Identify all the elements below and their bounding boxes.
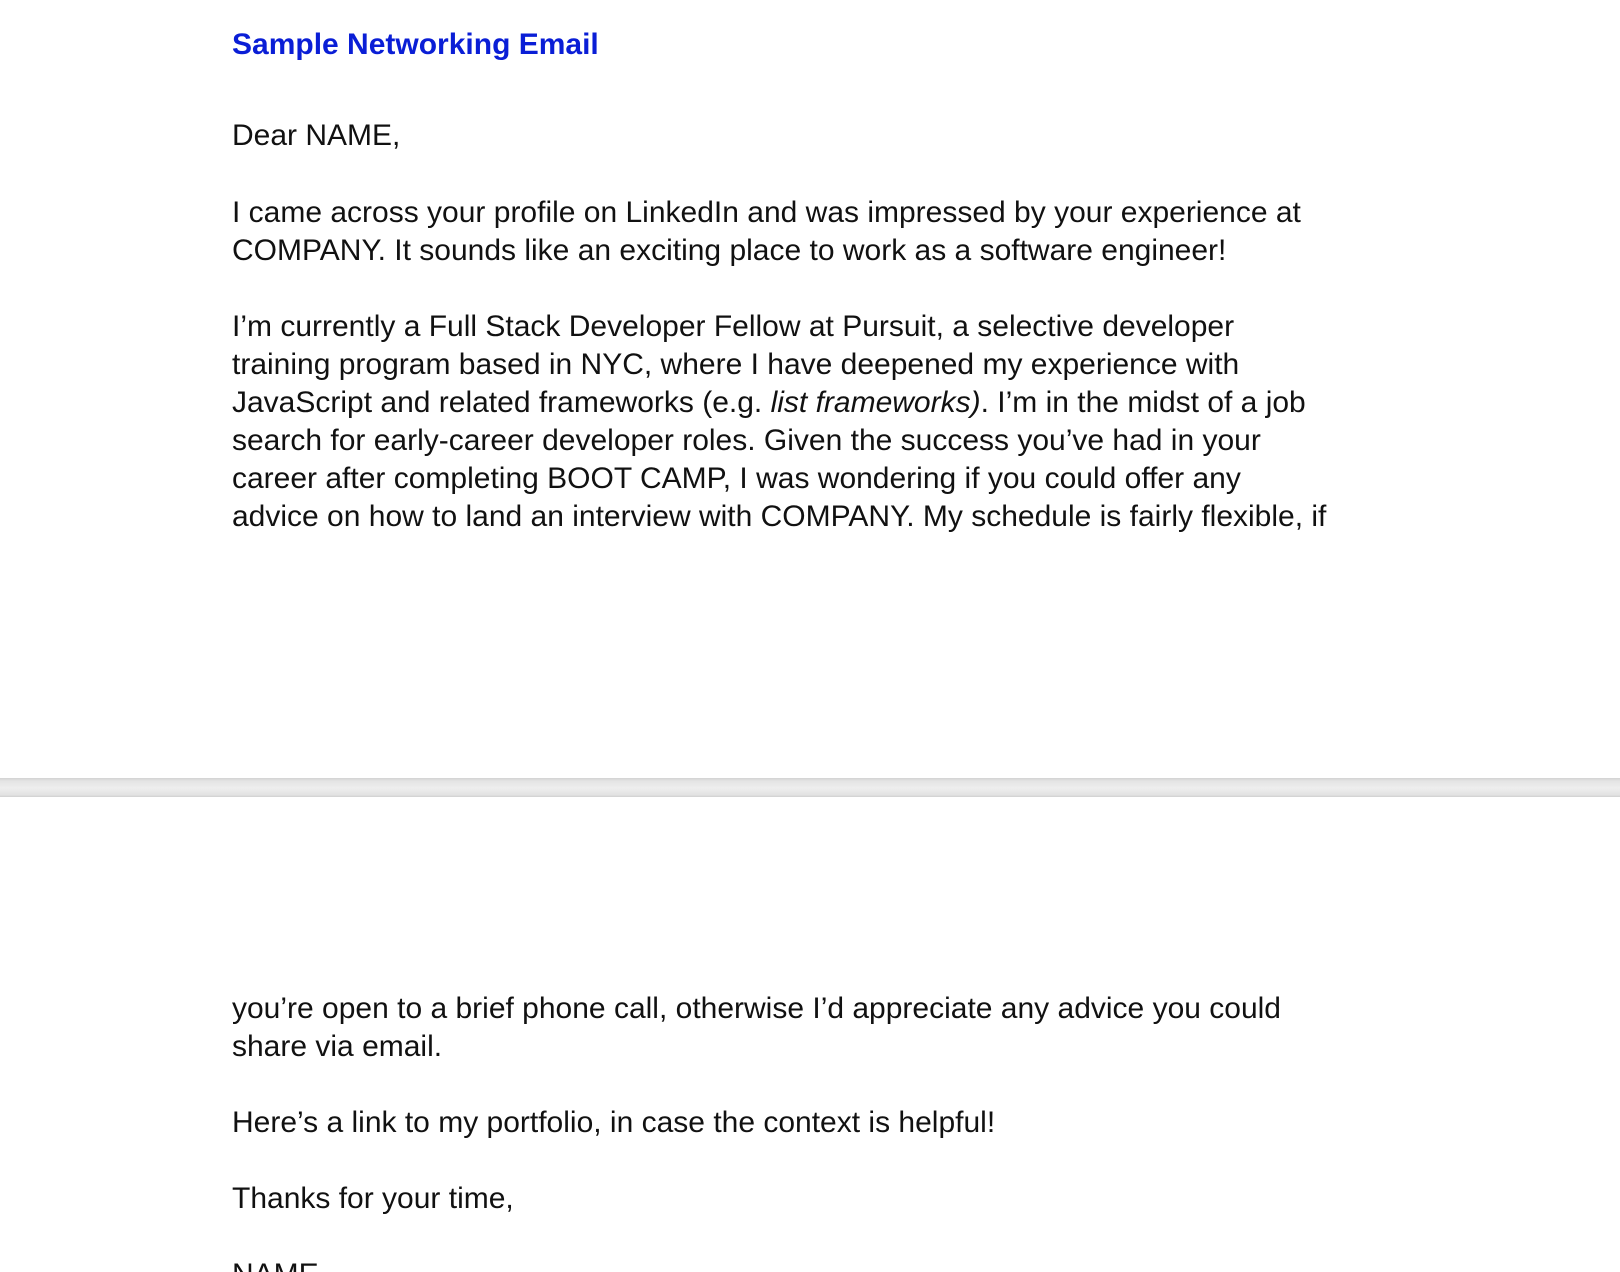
- paragraph-3-text: Here’s a link to my portfolio, in case t…: [232, 1106, 996, 1139]
- paragraph-2-line: advice on how to land an interview with …: [232, 500, 1327, 533]
- paragraph-1-line: I came across your profile on LinkedIn a…: [232, 196, 1301, 229]
- page-break: [0, 778, 1620, 797]
- paragraph-1-line: COMPANY. It sounds like an exciting plac…: [232, 234, 1227, 267]
- document-page-2: you’re open to a brief phone call, other…: [0, 797, 1620, 1272]
- paragraph-1: I came across your profile on LinkedIn a…: [232, 194, 1412, 270]
- paragraph-2-line: JavaScript and related frameworks (e.g. …: [232, 384, 1412, 422]
- paragraph-2-line: share via email.: [232, 1030, 443, 1063]
- paragraph-2-text: JavaScript and related frameworks (e.g.: [232, 386, 771, 419]
- paragraph-2-line: I’m currently a Full Stack Developer Fel…: [232, 310, 1235, 343]
- signature-text: NAME: [232, 1256, 1412, 1272]
- paragraph-2-text: . I’m in the midst of a job: [980, 386, 1306, 419]
- paragraph-2-line: career after completing BOOT CAMP, I was…: [232, 462, 1241, 495]
- paragraph-2-line: search for early-career developer roles.…: [232, 424, 1261, 457]
- document-title: Sample Networking Email: [232, 28, 599, 61]
- greeting-text: Dear NAME,: [232, 119, 401, 152]
- document-page-1: Sample Networking Email Dear NAME, I cam…: [0, 0, 1620, 778]
- signature: NAME: [232, 1256, 1412, 1272]
- paragraph-2-line: you’re open to a brief phone call, other…: [232, 992, 1281, 1025]
- closing: Thanks for your time,: [232, 1180, 1412, 1218]
- closing-text: Thanks for your time,: [232, 1182, 514, 1215]
- paragraph-3: Here’s a link to my portfolio, in case t…: [232, 1104, 1412, 1142]
- paragraph-2-part-2: you’re open to a brief phone call, other…: [232, 990, 1412, 1066]
- greeting: Dear NAME,: [232, 117, 1412, 155]
- paragraph-2-line: training program based in NYC, where I h…: [232, 348, 1240, 381]
- italic-placeholder-text: list frameworks): [770, 386, 981, 419]
- paragraph-2-part-1: I’m currently a Full Stack Developer Fel…: [232, 308, 1412, 536]
